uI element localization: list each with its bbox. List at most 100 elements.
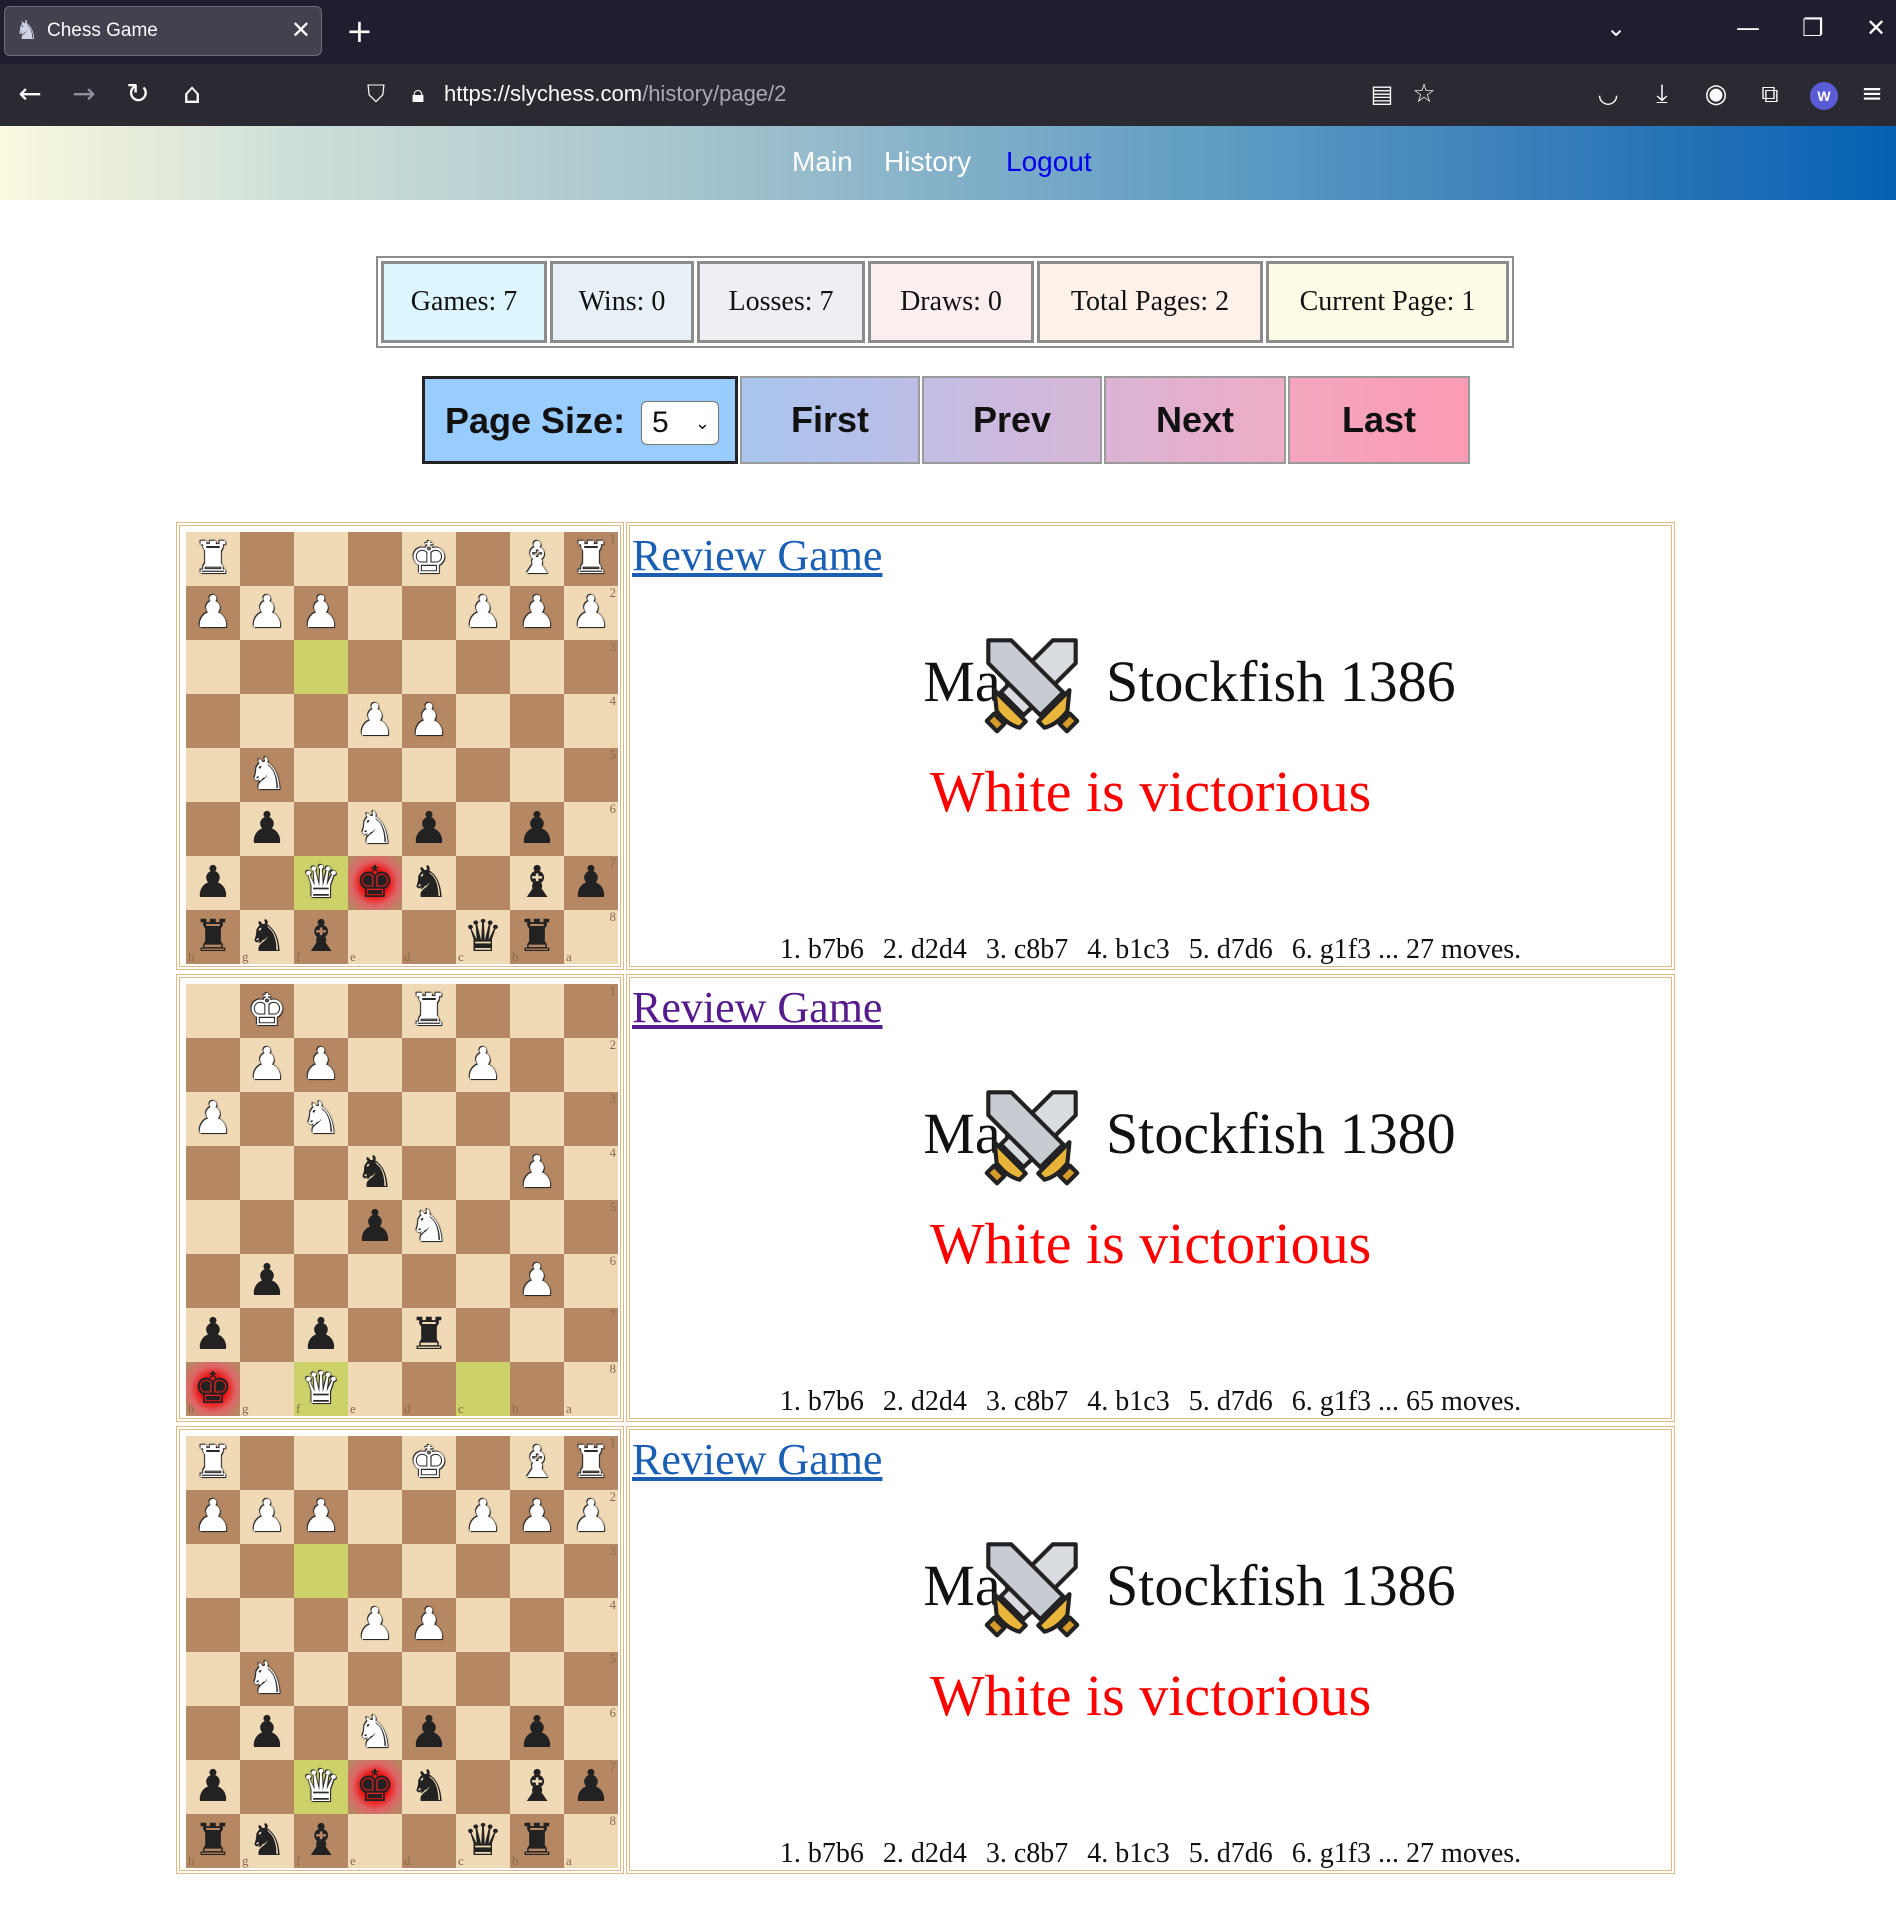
tab-close-icon[interactable]: ✕: [291, 17, 311, 43]
black-king-icon: ♚: [355, 1761, 395, 1812]
menu-hamburger-icon[interactable]: ≡: [1854, 76, 1890, 112]
board-square: [240, 640, 294, 694]
black-pawn-icon: ♟: [301, 1309, 341, 1360]
board-square: [294, 1254, 348, 1308]
file-label: f: [296, 949, 301, 964]
board-square: ♛ c: [456, 910, 510, 964]
pocket-icon[interactable]: ◡: [1590, 76, 1626, 112]
browser-tab[interactable]: ♞ Chess Game ✕: [4, 6, 322, 56]
board-square: e: [348, 1814, 402, 1868]
restore-window-icon[interactable]: ❐: [1802, 14, 1824, 42]
rank-label: 4: [609, 693, 617, 708]
site-navigation: Main History Logout: [0, 126, 1896, 200]
board-square: 6: [564, 1706, 618, 1760]
chess-board[interactable]: ♚ ♜ 1 ♟ ♟ ♟ 2 ♟ ♞ 3 ♞ ♟ 4 ♟ ♞ 5 ♟ ♟ 6 ♟ ♟ ♜ 7 ♚ h g ♛ f e d c b 8 a: [186, 984, 618, 1416]
game-info-cell: Review Game Mary Stockfish 1386 White is vi…: [626, 522, 1675, 970]
game-row: ♜ ♚ ♝ ♜ 1 ♟ ♟ ♟ ♟ ♟ ♟ 2 3 ♟ ♟ 4 ♞ 5 ♟ ♞ ♟ ♟ 6 ♟ ♛ ♚ ♞ ♝ ♟ 7 ♜ h ♞ g ♝ f e d ♛ c…: [176, 1426, 1675, 1876]
page-size-value: 5: [652, 406, 669, 439]
file-label: f: [296, 1853, 301, 1868]
home-icon[interactable]: ⌂: [174, 76, 210, 112]
black-pawn-icon: ♟: [193, 1309, 233, 1360]
new-tab-icon[interactable]: +: [346, 14, 373, 48]
tab-list-chevron-icon[interactable]: ⌄: [1606, 14, 1626, 42]
board-square: 6: [564, 1254, 618, 1308]
prev-page-button[interactable]: Prev: [922, 376, 1102, 464]
file-label: g: [242, 1401, 249, 1416]
board-square: ♟: [348, 1598, 402, 1652]
white-king-icon: ♚: [247, 985, 287, 1036]
board-square: ♝: [510, 856, 564, 910]
board-square: [294, 1706, 348, 1760]
next-page-button[interactable]: Next: [1104, 376, 1286, 464]
rank-label: 3: [609, 639, 617, 654]
board-square: ♟: [240, 1490, 294, 1544]
rank-label: 6: [609, 801, 617, 816]
close-window-icon[interactable]: ✕: [1866, 14, 1886, 42]
players-line: Mary Stockfish 1386: [630, 632, 1671, 734]
board-square: [186, 1038, 240, 1092]
board-square: [240, 856, 294, 910]
black-pawn-icon: ♟: [247, 803, 287, 854]
rank-label: 3: [609, 1543, 617, 1558]
black-bishop-icon: ♝: [517, 857, 557, 908]
file-label: e: [350, 1853, 356, 1868]
review-game-link[interactable]: Review Game: [632, 982, 882, 1033]
chess-board[interactable]: ♜ ♚ ♝ ♜ 1 ♟ ♟ ♟ ♟ ♟ ♟ 2 3 ♟ ♟ 4 ♞ 5 ♟ ♞ ♟ ♟ 6 ♟ ♛ ♚ ♞ ♝ ♟ 7 ♜ h ♞ g ♝ f e d ♛ c…: [186, 1436, 618, 1868]
white-pawn-icon: ♟: [517, 587, 557, 638]
tracking-protection-shield-icon[interactable]: ⛉: [358, 76, 394, 112]
minimize-window-icon[interactable]: —: [1736, 14, 1760, 42]
board-square: [240, 1436, 294, 1490]
black-player-name: Stockfish 1380: [1106, 1101, 1456, 1166]
url-field[interactable]: https://slychess.com/history/page/2: [444, 81, 786, 107]
crossed-swords-icon: [980, 632, 1084, 736]
board-square: [294, 802, 348, 856]
profile-avatar[interactable]: W: [1810, 82, 1838, 110]
lock-icon[interactable]: 🔒︎: [400, 76, 436, 112]
board-square: [294, 1146, 348, 1200]
board-square: [186, 1652, 240, 1706]
move-item: 5. d7d6: [1188, 1386, 1273, 1417]
black-bishop-icon: ♝: [301, 1815, 341, 1866]
file-label: a: [566, 1853, 572, 1868]
black-pawn-icon: ♟: [355, 1201, 395, 1252]
board-square: [456, 802, 510, 856]
file-label: h: [188, 949, 195, 964]
first-page-button[interactable]: First: [740, 376, 920, 464]
board-square: [186, 1544, 240, 1598]
review-game-link[interactable]: Review Game: [632, 1434, 882, 1485]
back-arrow-icon[interactable]: ←: [12, 76, 48, 112]
board-square: ♝: [510, 1436, 564, 1490]
board-square: [510, 694, 564, 748]
board-square: 2: [564, 1038, 618, 1092]
black-rook-icon: ♜: [409, 1309, 449, 1360]
extensions-icon[interactable]: ⧉: [1752, 76, 1788, 112]
rank-label: 5: [609, 1199, 617, 1214]
board-square: [510, 1544, 564, 1598]
nav-history-link[interactable]: History: [884, 146, 971, 178]
board-square: [186, 1598, 240, 1652]
last-page-button[interactable]: Last: [1288, 376, 1470, 464]
reader-view-icon[interactable]: ▤: [1364, 76, 1400, 112]
nav-main-link[interactable]: Main: [792, 146, 853, 178]
black-queen-icon: ♛: [463, 911, 503, 962]
white-pawn-icon: ♟: [517, 1255, 557, 1306]
white-pawn-icon: ♟: [571, 587, 611, 638]
white-pawn-icon: ♟: [247, 1491, 287, 1542]
board-square: [456, 1436, 510, 1490]
chess-board[interactable]: ♜ ♚ ♝ ♜ 1 ♟ ♟ ♟ ♟ ♟ ♟ 2 3 ♟ ♟ 4 ♞ 5 ♟ ♞ ♟ ♟ 6 ♟ ♛ ♚ ♞ ♝ ♟ 7 ♜ h ♞ g ♝ f e d ♛ c…: [186, 532, 618, 964]
review-game-link[interactable]: Review Game: [632, 530, 882, 581]
move-item: 1. b7b6: [779, 1838, 864, 1869]
downloads-icon[interactable]: ⤓: [1644, 76, 1680, 112]
rank-label: 7: [609, 855, 617, 870]
bookmark-star-icon[interactable]: ☆: [1406, 76, 1442, 112]
nav-logout-link[interactable]: Logout: [1006, 146, 1092, 178]
page-size-select[interactable]: 5 ⌄: [641, 401, 719, 445]
black-rook-icon: ♜: [193, 911, 233, 962]
account-icon[interactable]: ◉: [1698, 76, 1734, 112]
forward-arrow-icon[interactable]: →: [66, 76, 102, 112]
board-square: c: [456, 1362, 510, 1416]
board-square: ♟: [240, 1254, 294, 1308]
board-square: 5: [564, 1652, 618, 1706]
file-label: d: [404, 949, 411, 964]
reload-icon[interactable]: ↻: [120, 76, 156, 112]
